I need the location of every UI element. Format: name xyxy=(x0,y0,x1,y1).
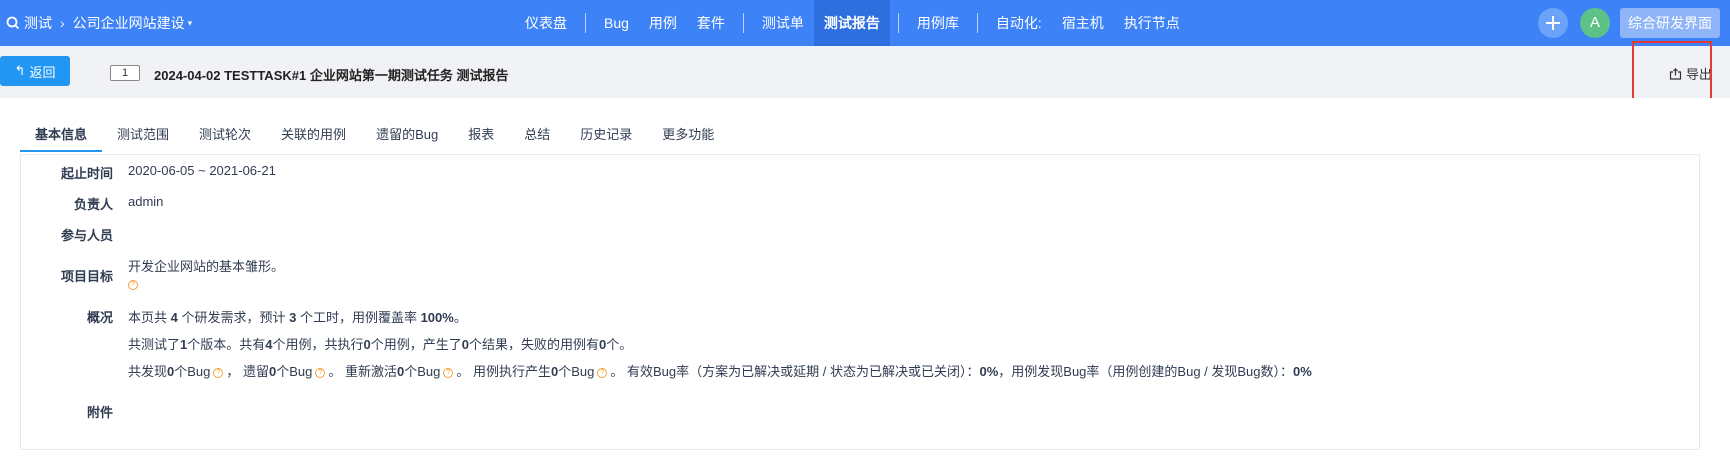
tab-item[interactable]: 报表 xyxy=(453,122,509,154)
top-navbar: 测试 › 公司企业网站建设 ▾ 仪表盘 Bug 用例 套件 测试单 测试报告 用例库 自动化:… xyxy=(0,0,1730,46)
overview-line-3: 共发现0个Bug?， 遗留0个Bug?。 重新激活0个Bug?。 用例执行产生0… xyxy=(128,364,1312,379)
help-icon[interactable]: ? xyxy=(213,367,224,378)
overview-label: 概况 xyxy=(86,310,113,325)
nav-item[interactable]: 宿主机 xyxy=(1052,0,1114,46)
attachments-label: 附件 xyxy=(86,405,113,420)
back-label: 返回 xyxy=(29,64,56,80)
header-tools: A 综合研发界面 xyxy=(1538,7,1720,39)
overview-line-2: 共测试了1个版本。共有4个用例，共执行0个用例，产生了0个结果，失败的用例有0个… xyxy=(128,337,633,352)
tab-item[interactable]: 更多功能 xyxy=(647,122,729,154)
nav-item[interactable]: 仪表盘 xyxy=(515,0,577,46)
tab-item[interactable]: 关联的用例 xyxy=(266,122,361,154)
avatar[interactable]: A xyxy=(1580,8,1610,38)
tab-item[interactable]: 测试轮次 xyxy=(184,122,266,154)
period-value: 2020-06-05 ~ 2021-06-21 xyxy=(128,163,276,178)
help-icon[interactable]: ? xyxy=(315,367,326,378)
tab-item[interactable]: 历史记录 xyxy=(565,122,647,154)
caret-down-icon[interactable]: ▾ xyxy=(188,18,193,29)
report-tabs: 基本信息 测试范围 测试轮次 关联的用例 遗留的Bug 报表 总结 历史记录 更多功能 xyxy=(20,122,729,154)
nav-item[interactable]: 用例库 xyxy=(907,0,969,46)
nav-divider xyxy=(742,13,744,33)
breadcrumb: 测试 › 公司企业网站建设 ▾ xyxy=(0,0,192,46)
nav-divider xyxy=(585,13,586,33)
back-button[interactable]: ↰ 返回 xyxy=(0,56,70,86)
tab-item[interactable]: 遗留的Bug xyxy=(361,122,453,154)
nav-item[interactable]: 套件 xyxy=(687,0,735,46)
owner-label: 负责人 xyxy=(73,197,113,212)
nav-divider xyxy=(897,13,899,33)
chevron-right-icon: › xyxy=(60,15,65,31)
period-label: 起止时间 xyxy=(60,166,113,181)
owner-value: admin xyxy=(128,194,164,209)
goal-value: 开发企业网站的基本雏形。 xyxy=(128,259,285,274)
members-label: 参与人员 xyxy=(60,228,113,243)
nav-item[interactable]: 用例 xyxy=(639,0,687,46)
tab-item[interactable]: 测试范围 xyxy=(102,122,184,154)
page-title: 2024-04-02 TESTTASK#1 企业网站第一期测试任务 测试报告 xyxy=(154,68,509,83)
nav-item[interactable]: 执行节点 xyxy=(1114,0,1190,46)
help-icon[interactable]: ? xyxy=(443,367,454,378)
main-nav: 仪表盘 Bug 用例 套件 测试单 测试报告 用例库 自动化: 宿主机 执行节点 xyxy=(515,0,1190,46)
back-arrow-icon: ↰ xyxy=(14,63,26,78)
nav-item[interactable]: Bug xyxy=(594,0,639,46)
help-icon[interactable]: ? xyxy=(597,367,608,378)
nav-divider xyxy=(976,13,978,33)
nav-item[interactable]: 自动化: xyxy=(986,0,1052,46)
product-link[interactable]: 测试 xyxy=(24,13,52,33)
tab-item[interactable]: 基本信息 xyxy=(20,122,103,154)
report-panel: 基本信息 测试范围 测试轮次 关联的用例 遗留的Bug 报表 总结 历史记录 更多功能 起止时间… xyxy=(0,98,1730,458)
page-toolbar: ↰ 返回 1 2024-04-02 TESTTASK#1 企业网站第一期测试任务… xyxy=(0,46,1730,90)
workspace-switch-button[interactable]: 综合研发界面 xyxy=(1620,8,1720,38)
tab-item[interactable]: 总结 xyxy=(509,122,565,154)
nav-item[interactable]: 测试单 xyxy=(752,0,814,46)
help-icon[interactable]: ? xyxy=(128,279,138,290)
create-plus-button[interactable] xyxy=(1538,8,1568,38)
goal-label: 项目目标 xyxy=(60,269,113,284)
basic-info-section: 起止时间 2020-06-05 ~ 2021-06-21 负责人 admin 参… xyxy=(20,154,1700,450)
nav-item[interactable]: 测试报告 xyxy=(813,0,890,46)
overview-line-1: 本页共 4 个研发需求，预计 3 个工时，用例覆盖率 100%。 xyxy=(128,310,467,325)
search-icon[interactable] xyxy=(6,16,20,30)
report-id-badge: 1 xyxy=(110,65,140,81)
project-switcher[interactable]: 公司企业网站建设 xyxy=(73,13,185,33)
